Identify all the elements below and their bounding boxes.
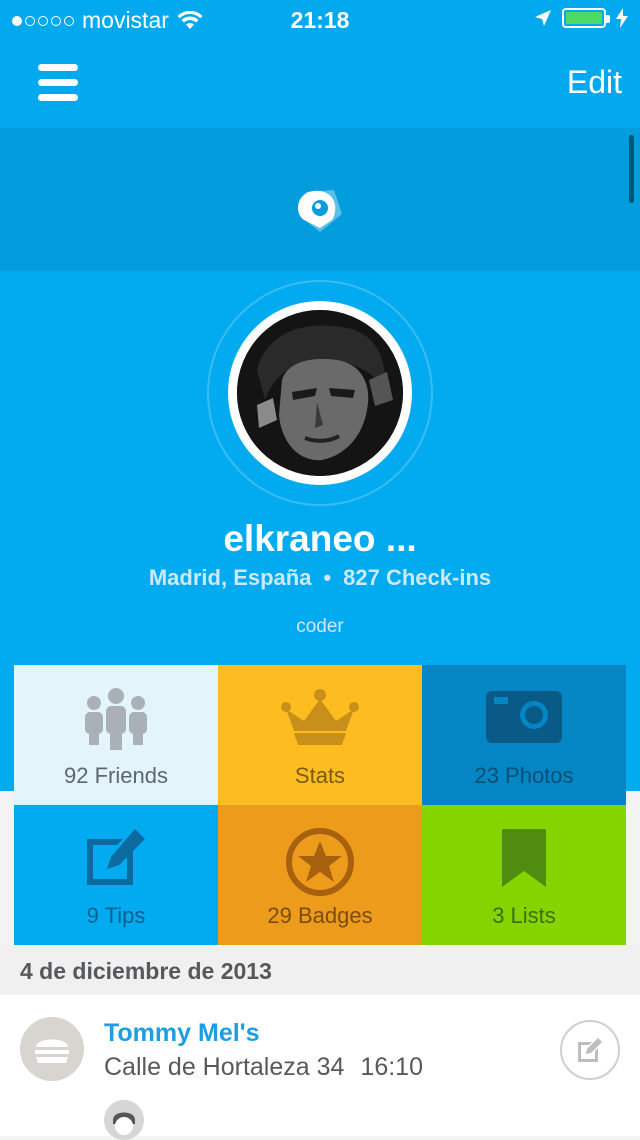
edit-button[interactable]: Edit	[567, 64, 622, 101]
friends-tile[interactable]: 92 Friends	[14, 665, 218, 805]
location-arrow-icon	[535, 10, 551, 26]
avatar-portrait-icon	[237, 310, 403, 476]
profile-name: elkraneo ...	[223, 518, 417, 559]
add-tip-button[interactable]	[560, 1020, 620, 1080]
lists-tile[interactable]: 3 Lists	[422, 805, 626, 945]
hamburger-icon-bar	[38, 79, 78, 86]
tips-tile[interactable]: 9 Tips	[14, 805, 218, 945]
venue-address: Calle de Hortaleza 34	[104, 1053, 345, 1081]
tips-tile-label: 9 Tips	[86, 903, 146, 928]
hamburger-icon-bar	[38, 64, 78, 71]
avatar[interactable]	[228, 301, 412, 485]
bookmark-icon	[502, 829, 546, 887]
avatar-photo	[237, 310, 403, 476]
edit-icon	[87, 829, 145, 885]
profile-meta: Madrid, España • 827 Check-ins	[0, 565, 640, 591]
friend-avatar[interactable]	[104, 1100, 144, 1140]
crown-icon	[281, 689, 359, 745]
friend-face-icon	[104, 1100, 144, 1140]
friends-icon	[85, 688, 147, 750]
profile-bio: coder	[296, 616, 344, 637]
charging-bolt-icon	[616, 8, 628, 28]
burger-icon	[35, 1039, 69, 1063]
feed-date: 4 de diciembre de 2013	[20, 958, 272, 984]
camera-icon	[486, 691, 562, 743]
feed-date-header: 4 de diciembre de 2013	[0, 945, 640, 995]
menu-button[interactable]	[38, 62, 82, 106]
venue-name[interactable]: Tommy Mel's	[104, 1019, 260, 1048]
star-badge-icon	[286, 828, 354, 896]
checkin-item[interactable]: Tommy Mel's Calle de Hortaleza 34 16:10	[0, 995, 640, 1140]
photos-tile[interactable]: 23 Photos	[422, 665, 626, 805]
foursquare-logo-icon	[298, 190, 342, 232]
friends-tile-label: 92 Friends	[64, 763, 168, 788]
lists-tile-label: 3 Lists	[492, 903, 556, 928]
venue-category-icon	[20, 1017, 84, 1081]
meta-separator: •	[323, 565, 332, 590]
badges-tile[interactable]: 29 Badges	[218, 805, 422, 945]
venue-details: Calle de Hortaleza 34 16:10	[104, 1053, 423, 1082]
profile-checkins[interactable]: 827 Check-ins	[343, 565, 491, 590]
photos-tile-label: 23 Photos	[474, 763, 574, 788]
profile-location: Madrid, España	[148, 565, 312, 590]
hamburger-icon-bar	[38, 94, 78, 101]
scroll-indicator[interactable]	[629, 135, 634, 203]
stats-tile-label: Stats	[294, 763, 346, 788]
nav-bar: Edit	[0, 40, 640, 128]
profile-tiles: 92 Friends Stats 23 Photos 9 Tips 29 Bad…	[14, 665, 626, 945]
stats-tile[interactable]: Stats	[218, 665, 422, 805]
status-bar: movistar 21:18	[0, 0, 640, 40]
checkin-time: 16:10	[360, 1053, 423, 1081]
add-tip-icon	[578, 1038, 602, 1062]
badges-tile-label: 29 Badges	[267, 903, 373, 928]
status-right	[534, 8, 628, 28]
header-band	[0, 128, 640, 271]
battery-icon	[562, 8, 610, 28]
